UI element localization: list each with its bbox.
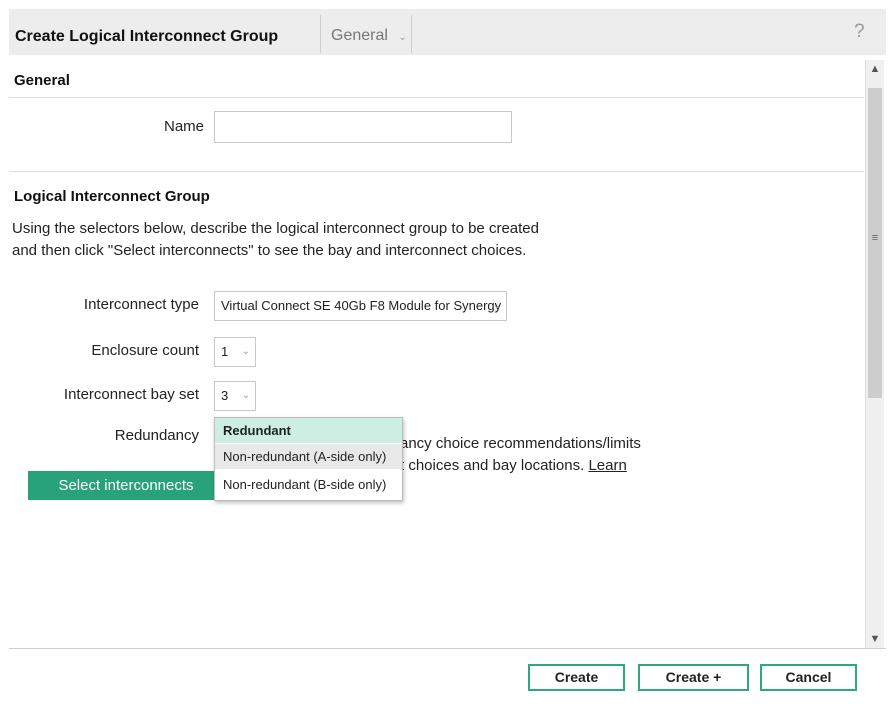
section-nav-dropdown[interactable]: General ⌄ bbox=[331, 27, 407, 45]
header-separator bbox=[320, 15, 321, 53]
bay-set-label: Interconnect bay set bbox=[63, 386, 199, 403]
redundancy-help-text: ancy choice recommendations/limits t cho… bbox=[400, 433, 641, 477]
grip-icon: ≡ bbox=[871, 232, 879, 244]
section-nav-label: General bbox=[331, 27, 388, 44]
lig-description-line: Using the selectors below, describe the … bbox=[12, 220, 539, 237]
section-title-lig: Logical Interconnect Group bbox=[14, 188, 210, 205]
select-interconnects-button[interactable]: Select interconnects bbox=[28, 471, 224, 500]
enclosure-count-select[interactable]: 1 ⌄ bbox=[214, 337, 256, 367]
redundancy-help-line: ancy choice recommendations/limits bbox=[400, 435, 641, 452]
lig-description: Using the selectors below, describe the … bbox=[12, 218, 539, 262]
redundancy-label: Redundancy bbox=[114, 427, 199, 444]
redundancy-help-line: t choices and bay locations. bbox=[400, 457, 585, 474]
interconnect-type-label: Interconnect type bbox=[83, 296, 199, 313]
name-input[interactable] bbox=[214, 111, 512, 143]
redundancy-option-redundant[interactable]: Redundant bbox=[215, 418, 402, 443]
create-plus-button[interactable]: Create + bbox=[638, 664, 749, 691]
vertical-scrollbar[interactable]: ▲ ≡ ▼ bbox=[865, 60, 884, 648]
chevron-down-icon: ⌄ bbox=[241, 390, 250, 401]
cancel-button[interactable]: Cancel bbox=[760, 664, 857, 691]
enclosure-count-value: 1 bbox=[221, 344, 229, 359]
redundancy-option-a-side[interactable]: Non-redundant (A-side only) bbox=[215, 444, 402, 469]
enclosure-count-label: Enclosure count bbox=[91, 342, 199, 359]
name-label: Name bbox=[163, 118, 204, 135]
section-divider bbox=[9, 97, 864, 98]
chevron-down-icon: ⌄ bbox=[492, 300, 501, 311]
dialog-content: General Name Logical Interconnect Group … bbox=[9, 55, 864, 647]
dialog: Create Logical Interconnect Group Genera… bbox=[9, 9, 886, 698]
header-separator bbox=[411, 15, 412, 53]
learn-more-link[interactable]: Learn bbox=[588, 457, 626, 474]
create-button[interactable]: Create bbox=[528, 664, 625, 691]
redundancy-dropdown-menu: Redundant Non-redundant (A-side only) No… bbox=[214, 417, 403, 501]
interconnect-type-value: Virtual Connect SE 40Gb F8 Module for Sy… bbox=[221, 298, 502, 313]
lig-description-line: and then click "Select interconnects" to… bbox=[12, 242, 527, 259]
interconnect-type-select[interactable]: Virtual Connect SE 40Gb F8 Module for Sy… bbox=[214, 291, 507, 321]
bay-set-value: 3 bbox=[221, 388, 229, 403]
scroll-up-icon[interactable]: ▲ bbox=[866, 60, 884, 78]
section-title-general: General bbox=[14, 72, 70, 89]
dialog-header: Create Logical Interconnect Group Genera… bbox=[9, 9, 886, 55]
dialog-title: Create Logical Interconnect Group bbox=[15, 28, 279, 45]
chevron-down-icon: ⌄ bbox=[241, 346, 250, 357]
scroll-down-icon[interactable]: ▼ bbox=[866, 630, 884, 648]
bay-set-select[interactable]: 3 ⌄ bbox=[214, 381, 256, 411]
redundancy-option-b-side[interactable]: Non-redundant (B-side only) bbox=[215, 472, 402, 497]
footer-divider bbox=[9, 648, 886, 649]
help-icon[interactable]: ? bbox=[854, 21, 865, 43]
chevron-down-icon: ⌄ bbox=[398, 32, 407, 43]
section-divider bbox=[9, 171, 864, 172]
